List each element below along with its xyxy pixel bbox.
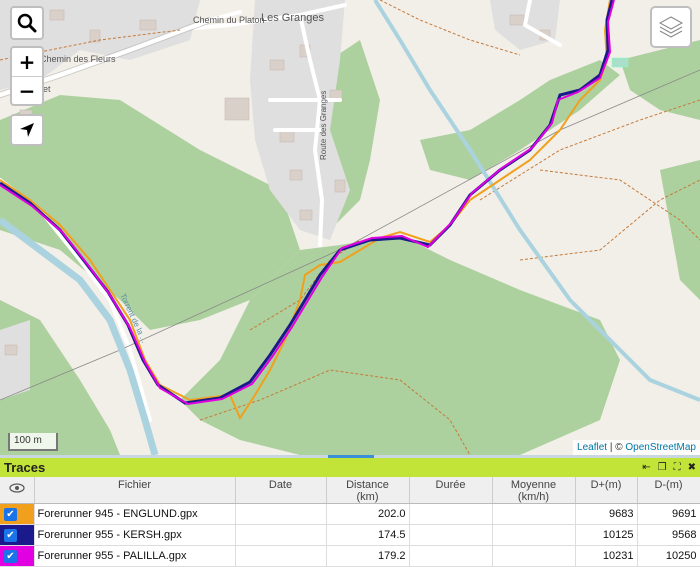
search-control[interactable] — [10, 6, 44, 40]
dplus-cell: 10231 — [575, 545, 638, 567]
road-label-route-granges: Route des Granges — [319, 91, 328, 160]
speed-cell — [492, 503, 576, 525]
visibility-checkbox[interactable]: ✔ — [4, 507, 17, 521]
restore-icon[interactable]: ❐ — [658, 462, 667, 473]
search-icon[interactable] — [12, 8, 42, 38]
dminus-cell: 10250 — [637, 545, 700, 567]
map-tiles: Les Granges Chemin du Platon Chemin des … — [0, 0, 700, 455]
distance-cell: 174.5 — [326, 524, 410, 546]
dminus-cell: 9568 — [637, 524, 700, 546]
expand-icon[interactable]: ⛶ — [674, 462, 681, 473]
map-view[interactable]: Les Granges Chemin du Platon Chemin des … — [0, 0, 700, 455]
column-header-duration[interactable]: Durée — [409, 477, 493, 504]
duration-cell — [409, 524, 493, 546]
column-header-dplus[interactable]: D+(m) — [575, 477, 638, 504]
residential-area — [0, 320, 30, 400]
leaflet-link[interactable]: Leaflet — [577, 442, 607, 453]
column-header-date[interactable]: Date — [235, 477, 327, 504]
eye-icon — [9, 483, 25, 493]
panel-header: Traces ⇤ ❐ ⛶ ✖ — [0, 458, 700, 477]
attribution-separator: | © — [607, 442, 626, 453]
column-header-file[interactable]: Fichier — [34, 477, 236, 504]
zoom-control: + − — [10, 46, 44, 106]
distance-cell: 202.0 — [326, 503, 410, 525]
track-color-swatch: ✔ — [0, 504, 33, 524]
file-cell[interactable]: Forerunner 945 - ENGLUND.gpx — [34, 503, 236, 525]
locate-control[interactable] — [10, 114, 44, 146]
close-icon[interactable]: ✖ — [688, 462, 696, 473]
forest-area — [620, 40, 700, 120]
pond — [611, 57, 629, 68]
visibility-checkbox[interactable]: ✔ — [4, 528, 17, 542]
speed-cell — [492, 545, 576, 567]
file-cell[interactable]: Forerunner 955 - KERSH.gpx — [34, 524, 236, 546]
dock-icon[interactable]: ⇤ — [642, 462, 650, 473]
track-color-swatch: ✔ — [0, 546, 33, 566]
visibility-column-header[interactable] — [0, 477, 35, 504]
forest-area — [660, 160, 700, 300]
duration-cell — [409, 545, 493, 567]
dplus-cell: 9683 — [575, 503, 638, 525]
visibility-checkbox[interactable]: ✔ — [4, 549, 17, 563]
visibility-cell: ✔ — [0, 524, 35, 546]
file-cell[interactable]: Forerunner 955 - PALILLA.gpx — [34, 545, 236, 567]
place-label-les-granges: Les Granges — [261, 12, 324, 24]
table-row[interactable]: ✔ Forerunner 955 - KERSH.gpx 174.5 10125 956… — [0, 524, 700, 546]
layers-icon — [658, 16, 684, 38]
distance-cell: 179.2 — [326, 545, 410, 567]
column-header-distance[interactable]: Distance (km) — [326, 477, 410, 504]
date-cell — [235, 524, 327, 546]
table-header-row: Fichier Date Distance (km) Durée Moyenne… — [0, 477, 700, 504]
panel-title: Traces — [4, 460, 46, 475]
scale-bar: 100 m — [8, 433, 58, 451]
zoom-out-button[interactable]: − — [12, 76, 42, 104]
visibility-cell: ✔ — [0, 545, 35, 567]
osm-link[interactable]: OpenStreetMap — [625, 442, 696, 453]
road-label-chemin-platon: Chemin du Platon — [193, 15, 265, 25]
traces-panel: Traces ⇤ ❐ ⛶ ✖ Fichier Date Distance (km… — [0, 458, 700, 567]
visibility-cell: ✔ — [0, 503, 35, 525]
traces-table: Fichier Date Distance (km) Durée Moyenne… — [0, 477, 700, 567]
dplus-cell: 10125 — [575, 524, 638, 546]
duration-cell — [409, 503, 493, 525]
locate-arrow-icon[interactable] — [12, 116, 42, 144]
speed-cell — [492, 524, 576, 546]
table-row[interactable]: ✔ Forerunner 945 - ENGLUND.gpx 202.0 9683 96… — [0, 503, 700, 525]
attribution: Leaflet | © OpenStreetMap — [573, 440, 700, 455]
date-cell — [235, 503, 327, 525]
layers-button[interactable] — [650, 6, 692, 48]
road-label-chemin-fleurs: Chemin des Fleurs — [40, 54, 116, 64]
column-header-speed[interactable]: Moyenne (km/h) — [492, 477, 576, 504]
date-cell — [235, 545, 327, 567]
table-row[interactable]: ✔ Forerunner 955 - PALILLA.gpx 179.2 10231 1… — [0, 545, 700, 567]
zoom-in-button[interactable]: + — [12, 48, 42, 76]
track-color-swatch: ✔ — [0, 525, 33, 545]
dminus-cell: 9691 — [637, 503, 700, 525]
column-header-dminus[interactable]: D-(m) — [637, 477, 700, 504]
